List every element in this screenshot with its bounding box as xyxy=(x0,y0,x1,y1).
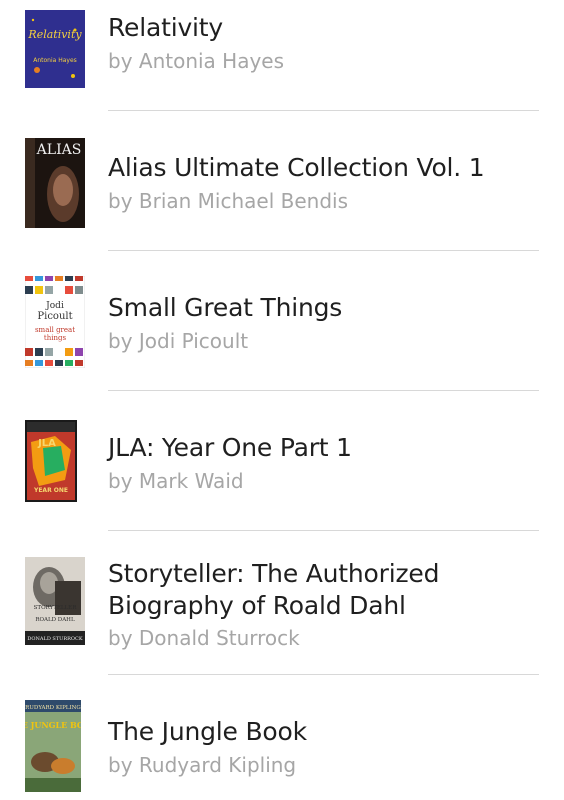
svg-text:STORYTELLER: STORYTELLER xyxy=(34,605,78,611)
book-cover-image[interactable]: ALIAS xyxy=(25,138,85,228)
svg-text:ROALD DAHL: ROALD DAHL xyxy=(35,617,75,623)
book-author: by Mark Waid xyxy=(108,469,244,493)
list-divider xyxy=(108,390,539,391)
book-title[interactable]: JLA: Year One Part 1 xyxy=(108,432,548,464)
svg-text:RUDYARD KIPLING: RUDYARD KIPLING xyxy=(25,705,81,711)
book-author: by Antonia Hayes xyxy=(108,49,285,73)
svg-text:Relativity: Relativity xyxy=(27,28,82,41)
book-title[interactable]: Relativity xyxy=(108,12,548,44)
svg-text:Jodi: Jodi xyxy=(45,301,64,311)
svg-text:things: things xyxy=(44,334,67,342)
book-cover-image[interactable]: Jodi Picoult small great things xyxy=(25,276,85,368)
list-divider xyxy=(108,674,539,675)
list-divider xyxy=(108,250,539,251)
book-author: by Rudyard Kipling xyxy=(108,753,297,777)
svg-text:YEAR ONE: YEAR ONE xyxy=(33,487,68,494)
svg-text:DONALD STURROCK: DONALD STURROCK xyxy=(27,636,82,642)
book-title[interactable]: Small Great Things xyxy=(108,292,548,324)
svg-text:small great: small great xyxy=(35,326,75,334)
book-title[interactable]: Storyteller: The Authorized Biography of… xyxy=(108,558,548,622)
svg-text:Antonia Hayes: Antonia Hayes xyxy=(33,57,77,64)
book-cover-image[interactable]: Relativity Antonia Hayes xyxy=(25,10,85,88)
book-cover-image[interactable]: JLA YEAR ONE xyxy=(25,420,77,502)
svg-text:Picoult: Picoult xyxy=(37,311,72,322)
book-author: by Donald Sturrock xyxy=(108,626,300,650)
book-author: by Brian Michael Bendis xyxy=(108,189,349,213)
svg-text:THE JUNGLE BOOK: THE JUNGLE BOOK xyxy=(25,720,81,730)
list-divider xyxy=(108,530,539,531)
list-divider xyxy=(108,110,539,111)
book-author: by Jodi Picoult xyxy=(108,329,249,353)
svg-text:ALIAS: ALIAS xyxy=(36,142,82,158)
svg-text:JLA: JLA xyxy=(37,438,56,449)
book-title[interactable]: Alias Ultimate Collection Vol. 1 xyxy=(108,152,548,184)
book-cover-image[interactable]: STORYTELLER ROALD DAHL DONALD STURROCK xyxy=(25,557,85,645)
book-title[interactable]: The Jungle Book xyxy=(108,716,548,748)
book-cover-image[interactable]: RUDYARD KIPLING THE JUNGLE BOOK xyxy=(25,700,81,792)
